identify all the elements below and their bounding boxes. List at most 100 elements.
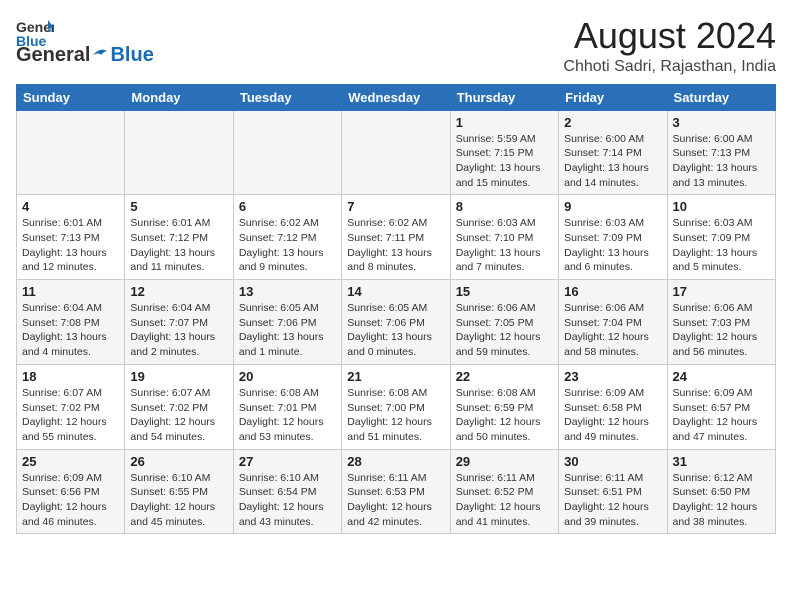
calendar-week-5: 25 Sunrise: 6:09 AM Sunset: 6:56 PM Dayli…: [17, 449, 776, 534]
title-block: August 2024 Chhoti Sadri, Rajasthan, Ind…: [563, 16, 776, 76]
day-number: 28: [347, 454, 444, 469]
day-detail: Sunrise: 6:07 AM Sunset: 7:02 PM Dayligh…: [130, 386, 227, 445]
day-detail: Sunrise: 6:04 AM Sunset: 7:08 PM Dayligh…: [22, 301, 119, 360]
day-number: 7: [347, 199, 444, 214]
calendar-cell: 14 Sunrise: 6:05 AM Sunset: 7:06 PM Dayli…: [342, 280, 450, 365]
day-detail: Sunrise: 6:02 AM Sunset: 7:11 PM Dayligh…: [347, 216, 444, 275]
calendar-cell: 15 Sunrise: 6:06 AM Sunset: 7:05 PM Dayli…: [450, 280, 558, 365]
day-number: 19: [130, 369, 227, 384]
day-detail: Sunrise: 6:09 AM Sunset: 6:57 PM Dayligh…: [673, 386, 770, 445]
day-number: 20: [239, 369, 336, 384]
day-number: 17: [673, 284, 770, 299]
calendar-header-tuesday: Tuesday: [233, 84, 341, 110]
day-number: 9: [564, 199, 661, 214]
page-title: August 2024: [563, 16, 776, 56]
day-number: 30: [564, 454, 661, 469]
day-number: 23: [564, 369, 661, 384]
day-number: 12: [130, 284, 227, 299]
day-number: 26: [130, 454, 227, 469]
day-number: 11: [22, 284, 119, 299]
calendar-header-wednesday: Wednesday: [342, 84, 450, 110]
day-number: 4: [22, 199, 119, 214]
calendar-header-friday: Friday: [559, 84, 667, 110]
calendar-cell: 7 Sunrise: 6:02 AM Sunset: 7:11 PM Daylig…: [342, 195, 450, 280]
day-number: 6: [239, 199, 336, 214]
day-detail: Sunrise: 6:10 AM Sunset: 6:54 PM Dayligh…: [239, 471, 336, 530]
calendar-cell: 31 Sunrise: 6:12 AM Sunset: 6:50 PM Dayli…: [667, 449, 775, 534]
calendar-cell: 12Sunrise: 6:04 AM Sunset: 7:07 PM Dayli…: [125, 280, 233, 365]
calendar-cell: 22Sunrise: 6:08 AM Sunset: 6:59 PM Dayli…: [450, 364, 558, 449]
day-detail: Sunrise: 6:03 AM Sunset: 7:09 PM Dayligh…: [673, 216, 770, 275]
calendar-cell: 28 Sunrise: 6:11 AM Sunset: 6:53 PM Dayli…: [342, 449, 450, 534]
calendar-week-3: 11 Sunrise: 6:04 AM Sunset: 7:08 PM Dayli…: [17, 280, 776, 365]
day-detail: Sunrise: 6:00 AM Sunset: 7:14 PM Dayligh…: [564, 132, 661, 191]
day-detail: Sunrise: 6:12 AM Sunset: 6:50 PM Dayligh…: [673, 471, 770, 530]
calendar-cell: 17 Sunrise: 6:06 AM Sunset: 7:03 PM Dayli…: [667, 280, 775, 365]
day-number: 24: [673, 369, 770, 384]
day-detail: Sunrise: 6:09 AM Sunset: 6:56 PM Dayligh…: [22, 471, 119, 530]
calendar-cell: 2 Sunrise: 6:00 AM Sunset: 7:14 PM Daylig…: [559, 110, 667, 195]
calendar-cell: [125, 110, 233, 195]
day-number: 15: [456, 284, 553, 299]
day-detail: Sunrise: 6:11 AM Sunset: 6:53 PM Dayligh…: [347, 471, 444, 530]
day-detail: Sunrise: 6:03 AM Sunset: 7:10 PM Dayligh…: [456, 216, 553, 275]
calendar-cell: [342, 110, 450, 195]
calendar-cell: 4 Sunrise: 6:01 AM Sunset: 7:13 PM Daylig…: [17, 195, 125, 280]
day-detail: Sunrise: 6:05 AM Sunset: 7:06 PM Dayligh…: [347, 301, 444, 360]
page-subtitle: Chhoti Sadri, Rajasthan, India: [563, 58, 776, 76]
calendar-cell: 20 Sunrise: 6:08 AM Sunset: 7:01 PM Dayli…: [233, 364, 341, 449]
calendar-cell: 23Sunrise: 6:09 AM Sunset: 6:58 PM Dayli…: [559, 364, 667, 449]
day-number: 18: [22, 369, 119, 384]
day-detail: Sunrise: 6:03 AM Sunset: 7:09 PM Dayligh…: [564, 216, 661, 275]
calendar-header-monday: Monday: [125, 84, 233, 110]
calendar-cell: 25 Sunrise: 6:09 AM Sunset: 6:56 PM Dayli…: [17, 449, 125, 534]
day-detail: Sunrise: 6:11 AM Sunset: 6:51 PM Dayligh…: [564, 471, 661, 530]
page-header: General Blue General Blue August 2024 Ch…: [16, 16, 776, 76]
day-number: 2: [564, 115, 661, 130]
calendar-table: SundayMondayTuesdayWednesdayThursdayFrid…: [16, 84, 776, 535]
day-number: 27: [239, 454, 336, 469]
day-detail: Sunrise: 6:01 AM Sunset: 7:12 PM Dayligh…: [130, 216, 227, 275]
day-number: 29: [456, 454, 553, 469]
calendar-cell: 6 Sunrise: 6:02 AM Sunset: 7:12 PM Daylig…: [233, 195, 341, 280]
calendar-week-2: 4 Sunrise: 6:01 AM Sunset: 7:13 PM Daylig…: [17, 195, 776, 280]
day-detail: Sunrise: 6:05 AM Sunset: 7:06 PM Dayligh…: [239, 301, 336, 360]
calendar-body: 1Sunrise: 5:59 AM Sunset: 7:15 PM Daylig…: [17, 110, 776, 534]
calendar-header-saturday: Saturday: [667, 84, 775, 110]
day-number: 14: [347, 284, 444, 299]
day-number: 10: [673, 199, 770, 214]
calendar-cell: 30 Sunrise: 6:11 AM Sunset: 6:51 PM Dayli…: [559, 449, 667, 534]
calendar-cell: 21Sunrise: 6:08 AM Sunset: 7:00 PM Dayli…: [342, 364, 450, 449]
calendar-cell: 16Sunrise: 6:06 AM Sunset: 7:04 PM Dayli…: [559, 280, 667, 365]
day-number: 25: [22, 454, 119, 469]
calendar-header-row: SundayMondayTuesdayWednesdayThursdayFrid…: [17, 84, 776, 110]
day-detail: Sunrise: 6:06 AM Sunset: 7:04 PM Dayligh…: [564, 301, 661, 360]
day-detail: Sunrise: 5:59 AM Sunset: 7:15 PM Dayligh…: [456, 132, 553, 191]
day-number: 5: [130, 199, 227, 214]
calendar-week-4: 18 Sunrise: 6:07 AM Sunset: 7:02 PM Dayli…: [17, 364, 776, 449]
day-detail: Sunrise: 6:07 AM Sunset: 7:02 PM Dayligh…: [22, 386, 119, 445]
calendar-cell: 8 Sunrise: 6:03 AM Sunset: 7:10 PM Daylig…: [450, 195, 558, 280]
day-detail: Sunrise: 6:06 AM Sunset: 7:03 PM Dayligh…: [673, 301, 770, 360]
calendar-cell: 29 Sunrise: 6:11 AM Sunset: 6:52 PM Dayli…: [450, 449, 558, 534]
day-detail: Sunrise: 6:08 AM Sunset: 7:01 PM Dayligh…: [239, 386, 336, 445]
day-number: 8: [456, 199, 553, 214]
day-detail: Sunrise: 6:11 AM Sunset: 6:52 PM Dayligh…: [456, 471, 553, 530]
calendar-header-thursday: Thursday: [450, 84, 558, 110]
calendar-cell: 11 Sunrise: 6:04 AM Sunset: 7:08 PM Dayli…: [17, 280, 125, 365]
day-number: 31: [673, 454, 770, 469]
calendar-cell: 3Sunrise: 6:00 AM Sunset: 7:13 PM Daylig…: [667, 110, 775, 195]
logo-general: General: [16, 44, 90, 67]
day-number: 21: [347, 369, 444, 384]
day-detail: Sunrise: 6:06 AM Sunset: 7:05 PM Dayligh…: [456, 301, 553, 360]
day-detail: Sunrise: 6:01 AM Sunset: 7:13 PM Dayligh…: [22, 216, 119, 275]
calendar-cell: 9 Sunrise: 6:03 AM Sunset: 7:09 PM Daylig…: [559, 195, 667, 280]
calendar-week-1: 1Sunrise: 5:59 AM Sunset: 7:15 PM Daylig…: [17, 110, 776, 195]
calendar-cell: 19 Sunrise: 6:07 AM Sunset: 7:02 PM Dayli…: [125, 364, 233, 449]
calendar-cell: 24 Sunrise: 6:09 AM Sunset: 6:57 PM Dayli…: [667, 364, 775, 449]
day-number: 13: [239, 284, 336, 299]
day-detail: Sunrise: 6:10 AM Sunset: 6:55 PM Dayligh…: [130, 471, 227, 530]
calendar-cell: 26 Sunrise: 6:10 AM Sunset: 6:55 PM Dayli…: [125, 449, 233, 534]
day-detail: Sunrise: 6:02 AM Sunset: 7:12 PM Dayligh…: [239, 216, 336, 275]
calendar-cell: [17, 110, 125, 195]
